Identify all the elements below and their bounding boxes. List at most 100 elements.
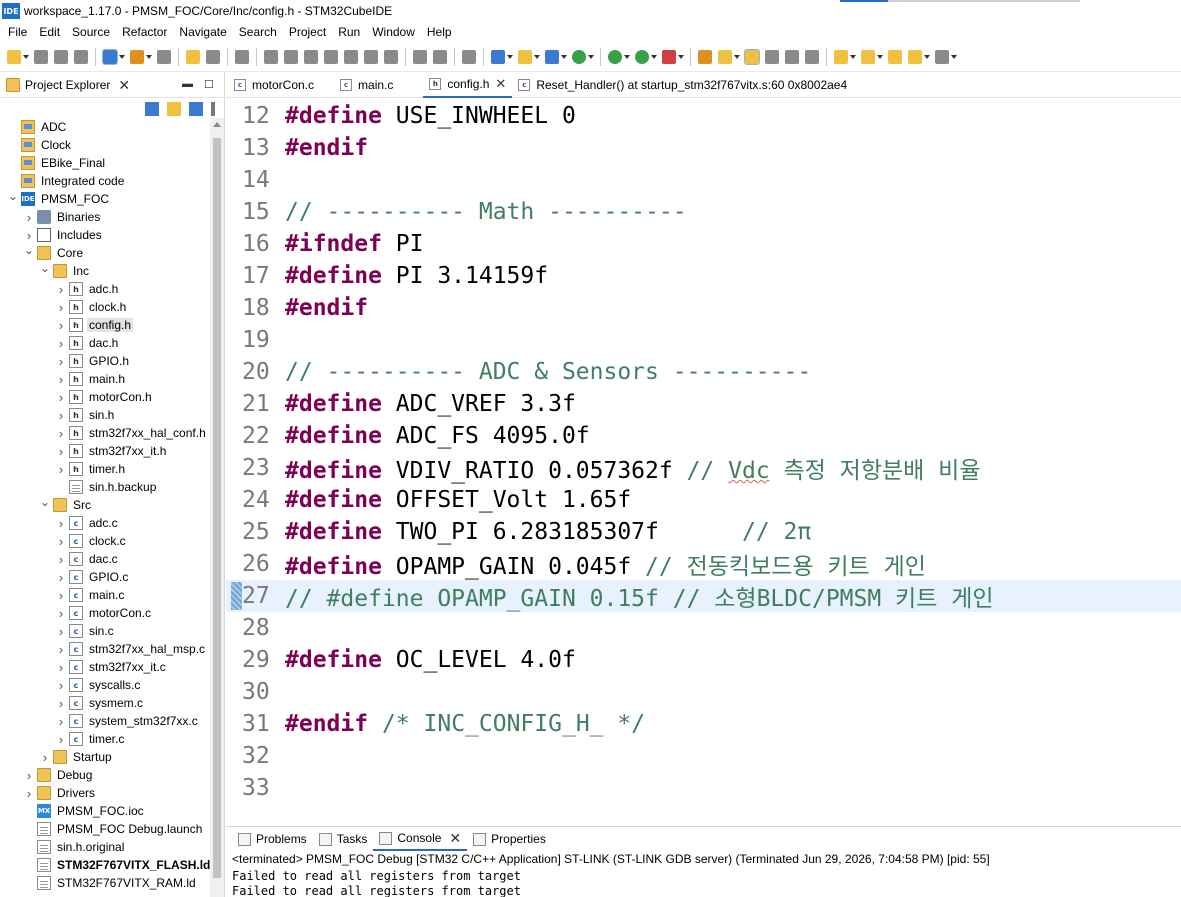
tree-item[interactable]: › c stm32f7xx_it.c xyxy=(0,658,210,676)
chevron-down-icon[interactable] xyxy=(678,54,684,59)
close-icon[interactable]: ✕ xyxy=(449,831,461,845)
chevron-down-icon[interactable] xyxy=(624,54,630,59)
tree-item[interactable]: STM32F767VITX_FLASH.ld xyxy=(0,856,210,874)
tree-item[interactable]: ADC xyxy=(0,118,210,136)
maximize-icon[interactable]: ☐ xyxy=(204,78,214,91)
tree-item[interactable]: Clock xyxy=(0,136,210,154)
chevron-right-icon[interactable]: › xyxy=(56,534,66,549)
tree-item[interactable]: › c adc.c xyxy=(0,514,210,532)
tree-item[interactable]: ⌄ Inc xyxy=(0,261,210,280)
menu-run[interactable]: Run xyxy=(332,25,366,39)
external-tools-icon[interactable] xyxy=(662,49,676,64)
close-icon[interactable]: ✕ xyxy=(495,77,506,90)
tree-item[interactable]: STM32F767VITX_RAM.ld xyxy=(0,874,210,892)
scrollbar-thumb[interactable] xyxy=(213,138,221,878)
chevron-down-icon[interactable]: ⌄ xyxy=(24,243,34,257)
menu-navigate[interactable]: Navigate xyxy=(173,25,232,39)
menu-refactor[interactable]: Refactor xyxy=(116,25,173,39)
chevron-down-icon[interactable]: ⌄ xyxy=(40,495,50,509)
next-annotation-icon[interactable] xyxy=(834,49,848,64)
chevron-down-icon[interactable]: ⌄ xyxy=(8,189,18,203)
debug-bug-icon[interactable] xyxy=(608,49,622,64)
tree-item[interactable]: › c system_stm32f7xx.c xyxy=(0,712,210,730)
tree-item[interactable]: › Binaries xyxy=(0,208,210,226)
code-line[interactable]: 14 xyxy=(226,164,1181,196)
chevron-down-icon[interactable] xyxy=(651,54,657,59)
binary-icon[interactable] xyxy=(157,49,171,64)
editor-tab[interactable]: c Reset_Handler() at startup_stm32f767vit… xyxy=(512,72,853,98)
debug-perspective-icon[interactable] xyxy=(102,48,118,65)
code-line[interactable]: 29 #define OC_LEVEL 4.0f xyxy=(226,644,1181,676)
bottom-tab[interactable]: Problems xyxy=(232,827,313,851)
tree-item[interactable]: sin.h.original xyxy=(0,838,210,856)
show-whitespace-icon[interactable] xyxy=(805,49,819,64)
disconnect-icon[interactable] xyxy=(324,49,338,64)
chevron-right-icon[interactable]: › xyxy=(24,210,34,225)
chevron-down-icon[interactable] xyxy=(924,54,930,59)
tree-item[interactable]: › c motorCon.c xyxy=(0,604,210,622)
chevron-right-icon[interactable]: › xyxy=(56,642,66,657)
tree-item[interactable]: PMSM_FOC Debug.launch xyxy=(0,820,210,838)
scroll-left-icon[interactable]: < xyxy=(286,805,292,806)
editor-tab[interactable]: c motorCon.c xyxy=(226,72,320,98)
bottom-tab[interactable]: Console ✕ xyxy=(373,827,468,851)
filter-icon[interactable] xyxy=(189,102,203,116)
code-line[interactable]: 20 // ---------- ADC & Sensors ---------- xyxy=(226,356,1181,388)
chevron-down-icon[interactable] xyxy=(23,54,29,59)
tree-item[interactable]: › h sin.h xyxy=(0,406,210,424)
chevron-right-icon[interactable]: › xyxy=(56,354,66,369)
view-menu-icon[interactable] xyxy=(211,102,215,116)
terminate-icon[interactable] xyxy=(304,49,318,64)
tree-item[interactable]: › h adc.h xyxy=(0,280,210,298)
code-line[interactable]: 31 #endif /* INC_CONFIG_H_ */ xyxy=(226,708,1181,740)
code-line[interactable]: 17 #define PI 3.14159f xyxy=(226,260,1181,292)
chevron-right-icon[interactable]: › xyxy=(56,696,66,711)
tree-item[interactable]: ⌄ IDE PMSM_FOC xyxy=(0,189,210,208)
current-code-line[interactable]: 27// #define OPAMP_GAIN 0.15f // 소형BLDC/… xyxy=(226,580,1181,612)
chevron-right-icon[interactable]: › xyxy=(56,732,66,747)
resume-icon[interactable] xyxy=(264,49,278,64)
tree-item[interactable]: › c sysmem.c xyxy=(0,694,210,712)
tree-item[interactable]: › c timer.c xyxy=(0,730,210,748)
chevron-right-icon[interactable]: › xyxy=(56,372,66,387)
editor-tab[interactable]: c main.c xyxy=(334,72,399,98)
tree-item[interactable]: › Startup xyxy=(0,748,210,766)
step-into-icon[interactable] xyxy=(344,49,358,64)
undo-icon[interactable] xyxy=(186,49,200,64)
tree-item[interactable]: › Drivers xyxy=(0,784,210,802)
code-line[interactable]: 33 xyxy=(226,772,1181,804)
run-icon[interactable] xyxy=(635,49,649,64)
code-line[interactable]: 30 xyxy=(226,676,1181,708)
code-line[interactable]: 19 xyxy=(226,324,1181,356)
word-wrap-icon[interactable] xyxy=(785,49,799,64)
menu-edit[interactable]: Edit xyxy=(33,25,66,39)
tree-item[interactable]: › h timer.h xyxy=(0,460,210,478)
menu-window[interactable]: Window xyxy=(366,25,421,39)
new-project-icon[interactable] xyxy=(491,49,505,64)
collapse-all-icon[interactable] xyxy=(145,102,159,116)
chevron-right-icon[interactable]: › xyxy=(56,426,66,441)
menu-source[interactable]: Source xyxy=(66,25,116,39)
editor-tab[interactable]: h config.h ✕ xyxy=(423,72,513,98)
code-line[interactable]: 15 // ---------- Math ---------- xyxy=(226,196,1181,228)
chevron-down-icon[interactable] xyxy=(588,54,594,59)
chevron-right-icon[interactable]: › xyxy=(56,300,66,315)
mark-occurrences-icon[interactable] xyxy=(744,48,760,65)
bottom-tab[interactable]: Properties xyxy=(467,827,552,851)
tree-item[interactable]: › c GPIO.c xyxy=(0,568,210,586)
link-with-editor-icon[interactable] xyxy=(167,102,181,116)
close-icon[interactable]: ✕ xyxy=(118,78,130,92)
project-explorer-tab[interactable]: Project Explorer ✕ xyxy=(0,72,136,98)
tree-item[interactable]: › c dac.c xyxy=(0,550,210,568)
back-icon[interactable] xyxy=(908,49,922,64)
tree-item[interactable]: Integrated code xyxy=(0,172,210,190)
new-folder-icon[interactable] xyxy=(518,49,532,64)
chevron-down-icon[interactable] xyxy=(850,54,856,59)
scroll-up-icon[interactable] xyxy=(213,122,221,127)
chevron-right-icon[interactable]: › xyxy=(56,336,66,351)
code-line[interactable]: 25 #define TWO_PI 6.283185307f // 2π xyxy=(226,516,1181,548)
code-line[interactable]: 21 #define ADC_VREF 3.3f xyxy=(226,388,1181,420)
chevron-down-icon[interactable] xyxy=(534,54,540,59)
restart-icon[interactable] xyxy=(433,49,447,64)
chevron-right-icon[interactable]: › xyxy=(56,318,66,333)
